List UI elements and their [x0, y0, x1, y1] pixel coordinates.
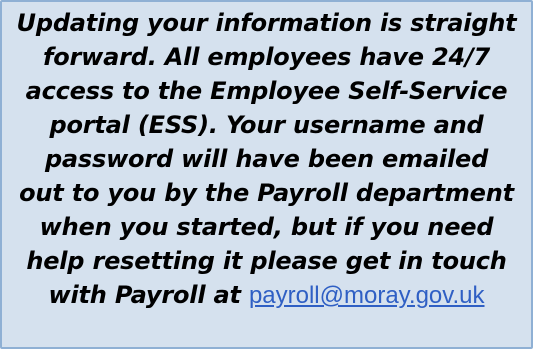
callout-text-line-7: when you started, but if you need [39, 213, 494, 241]
callout-text-line-4: portal (ESS). Your username and [49, 111, 484, 139]
callout-text-line-3: access to the Employee Self-Service [25, 77, 508, 105]
callout-text-line-2: forward. All employees have 24/7 [42, 43, 491, 71]
callout-text-line-1: Updating your information is straight [16, 9, 517, 37]
callout-text-line-9: with Payroll at payroll@moray.gov.uk [49, 278, 485, 313]
callout-text-prefix: with Payroll at [48, 281, 241, 309]
payroll-email-link[interactable]: payroll@moray.gov.uk [249, 282, 485, 309]
info-callout-box: Updating your information is straight fo… [0, 0, 533, 349]
callout-text-line-6: out to you by the Payroll department [19, 179, 514, 207]
callout-text-line-8: help resetting it please get in touch [26, 247, 507, 275]
callout-text-line-5: password will have been emailed [44, 145, 489, 173]
